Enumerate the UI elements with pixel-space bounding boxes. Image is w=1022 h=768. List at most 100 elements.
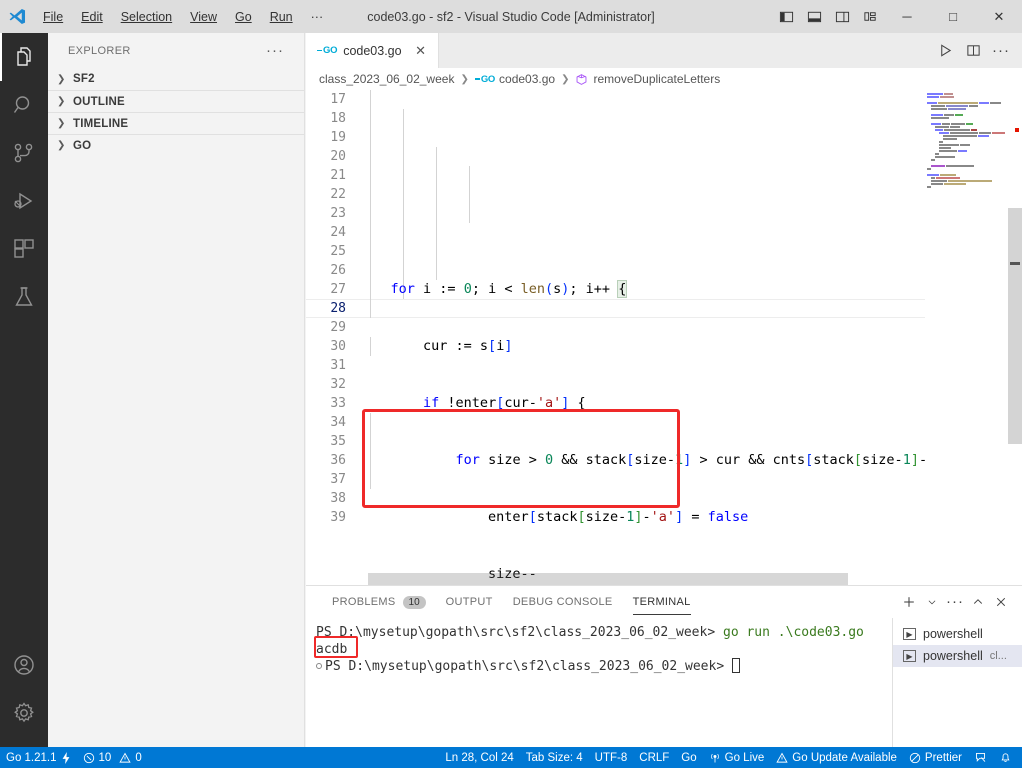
status-tab-size[interactable]: Tab Size: 4 <box>520 747 589 768</box>
scrollbar-thumb[interactable] <box>1008 208 1022 444</box>
status-feedback[interactable] <box>968 747 993 768</box>
maximize-button[interactable]: □ <box>930 0 976 33</box>
code-editor[interactable]: 17 18 19 20 21 22 23 24 25 26 27 28 29 3… <box>306 90 1022 585</box>
go-version-label: Go 1.21.1 <box>6 751 57 764</box>
new-terminal-button[interactable] <box>898 587 920 617</box>
activity-item-accounts[interactable] <box>0 641 48 689</box>
menu-go[interactable]: Go <box>226 6 261 28</box>
terminal-prompt-1: PS D:\mysetup\gopath\src\sf2\class_2023_… <box>316 625 716 640</box>
panel-tab-problems[interactable]: PROBLEMS 10 <box>322 586 436 618</box>
code-line: for i := 0; i < len(s); i++ { <box>390 280 628 298</box>
status-go-update[interactable]: Go Update Available <box>770 747 903 768</box>
chevron-right-icon: ❯ <box>561 73 570 85</box>
panel-tab-label: TERMINAL <box>632 596 691 608</box>
activity-item-testing[interactable] <box>0 273 48 321</box>
line-number: 22 <box>330 187 346 202</box>
breadcrumb-folder[interactable]: class_2023_06_02_week <box>319 72 454 86</box>
close-panel-button[interactable] <box>990 587 1012 617</box>
sidebar-section-timeline[interactable]: ❯ TIMELINE <box>48 112 304 134</box>
tab-close-icon[interactable]: ✕ <box>414 43 428 59</box>
status-encoding[interactable]: UTF-8 <box>589 747 634 768</box>
sidebar-section-sf2[interactable]: ❯ SF2 <box>48 68 304 90</box>
editor-more-actions-button[interactable]: ··· <box>988 33 1014 68</box>
panel-more-actions-button[interactable]: ··· <box>944 587 966 617</box>
sidebar-section-outline[interactable]: ❯ OUTLINE <box>48 90 304 112</box>
line-number: 38 <box>330 491 346 506</box>
menu-selection[interactable]: Selection <box>112 6 181 28</box>
terminal-list-sublabel: cl... <box>989 650 1007 662</box>
menu-run[interactable]: Run <box>261 6 302 28</box>
minimize-button[interactable]: ─ <box>884 0 930 33</box>
bottom-panel: PROBLEMS 10 OUTPUT DEBUG CONSOLE TERMINA… <box>306 585 1022 748</box>
toggle-panel-icon[interactable] <box>800 0 828 33</box>
terminal-list-item-powershell-selected[interactable]: ▶ powershell cl... <box>893 645 1022 667</box>
line-number-current: 28 <box>330 301 346 316</box>
status-language-mode[interactable]: Go <box>675 747 702 768</box>
panel-tab-output[interactable]: OUTPUT <box>436 586 503 618</box>
encoding-label: UTF-8 <box>594 751 628 764</box>
maximize-panel-button[interactable] <box>967 587 989 617</box>
breadcrumb-symbol[interactable]: removeDuplicateLetters <box>575 72 720 86</box>
sidebar-section-go[interactable]: ❯ GO <box>48 134 304 156</box>
status-go-version[interactable]: Go 1.21.1 <box>0 747 77 768</box>
split-editor-button[interactable] <box>960 33 986 68</box>
menu-edit[interactable]: Edit <box>72 6 112 28</box>
sidebar-section-label: GO <box>73 139 92 152</box>
terminal-status-dot-icon <box>316 663 322 669</box>
terminal-list-label: powershell <box>923 627 983 641</box>
close-window-button[interactable]: ✕ <box>976 0 1022 33</box>
sidebar-header: EXPLORER ··· <box>48 33 304 68</box>
terminal-output[interactable]: PS D:\mysetup\gopath\src\sf2\class_2023_… <box>306 618 890 748</box>
minimap[interactable] <box>925 90 1005 585</box>
status-eol[interactable]: CRLF <box>633 747 675 768</box>
menu-more-label: ··· <box>310 9 324 24</box>
code-content[interactable]: for i := 0; i < len(s); i++ { cur := s[i… <box>358 90 970 585</box>
status-problems[interactable]: 10 0 <box>77 747 148 768</box>
go-live-label: Go Live <box>724 751 765 764</box>
line-number: 19 <box>330 130 346 145</box>
activity-item-extensions[interactable] <box>0 225 48 273</box>
toggle-secondary-sidebar-icon[interactable] <box>828 0 856 33</box>
terminal-output-1: acdb <box>316 642 348 657</box>
editor-horizontal-scrollbar[interactable] <box>368 573 848 585</box>
menu-more[interactable]: ··· <box>302 6 333 28</box>
activity-item-manage-settings[interactable] <box>0 689 48 737</box>
status-go-live[interactable]: Go Live <box>703 747 771 768</box>
panel-tab-terminal[interactable]: TERMINAL <box>623 586 701 618</box>
line-number: 20 <box>330 149 346 164</box>
panel-actions: ··· <box>898 587 1022 617</box>
breadcrumb-label: removeDuplicateLetters <box>593 72 721 86</box>
customize-layout-icon[interactable] <box>856 0 884 33</box>
editor-actions: ··· <box>932 33 1022 68</box>
run-code-button[interactable] <box>932 33 958 68</box>
line-number: 24 <box>330 225 346 240</box>
menu-view[interactable]: View <box>181 6 226 28</box>
status-cursor-position[interactable]: Ln 28, Col 24 <box>439 747 519 768</box>
line-number: 21 <box>330 168 346 183</box>
toggle-primary-sidebar-icon[interactable] <box>772 0 800 33</box>
line-number: 32 <box>330 377 346 392</box>
activity-item-search[interactable] <box>0 81 48 129</box>
split-editor-icon <box>966 45 980 56</box>
editor-vertical-scrollbar[interactable] <box>1008 90 1022 585</box>
sidebar-more-actions-icon[interactable]: ··· <box>266 42 284 59</box>
line-number: 17 <box>330 92 346 107</box>
status-prettier[interactable]: Prettier <box>903 747 968 768</box>
warning-icon <box>119 752 131 763</box>
status-notifications[interactable] <box>993 747 1022 768</box>
tab-code03-go[interactable]: GO code03.go ✕ <box>306 33 439 68</box>
chevron-right-icon: ❯ <box>57 140 66 151</box>
activity-item-source-control[interactable] <box>0 129 48 177</box>
title-bar-right: ─ □ ✕ <box>772 0 1022 33</box>
warning-icon <box>776 752 788 763</box>
breadcrumb-label: class_2023_06_02_week <box>319 72 455 86</box>
activity-item-run-and-debug[interactable] <box>0 177 48 225</box>
line-number: 27 <box>330 282 346 297</box>
breadcrumb-file[interactable]: GO code03.go <box>475 72 555 86</box>
cursor-position-label: Ln 28, Col 24 <box>445 751 514 764</box>
panel-tab-debug-console[interactable]: DEBUG CONSOLE <box>503 586 623 618</box>
terminal-dropdown-button[interactable] <box>921 587 943 617</box>
terminal-list-item-powershell[interactable]: ▶ powershell <box>893 623 1022 645</box>
activity-item-explorer[interactable] <box>0 33 48 81</box>
menu-file[interactable]: File <box>34 6 72 28</box>
